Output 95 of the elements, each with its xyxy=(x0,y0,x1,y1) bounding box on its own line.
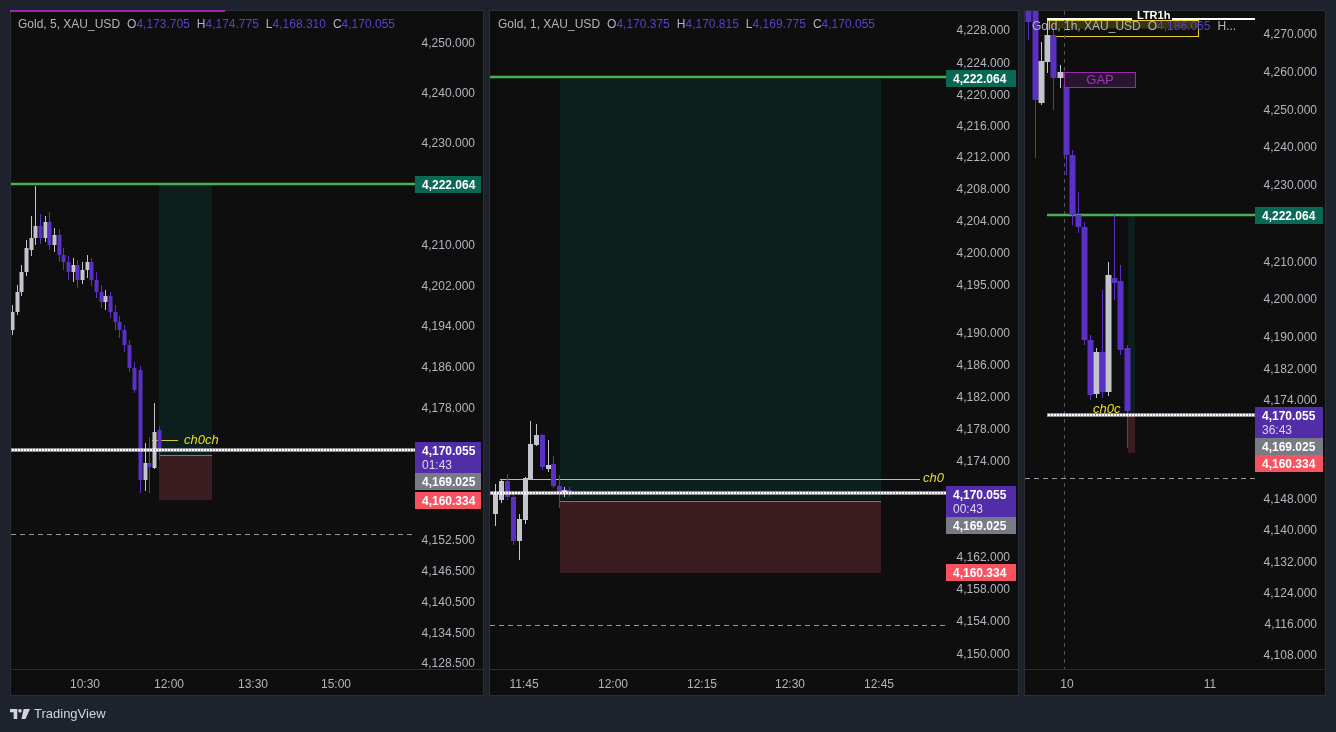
price-tag: 4,169.025 xyxy=(415,473,481,490)
ohlc-field: L4,168.310 xyxy=(265,18,326,30)
price-axis-label: 4,230.000 xyxy=(421,136,475,150)
price-tag: 4,169.025 xyxy=(946,517,1016,534)
price-tag: 4,160.334 xyxy=(415,492,481,509)
symbol-title: Gold, 5, XAU_USD xyxy=(18,18,121,30)
price-axis-label: 4,178.000 xyxy=(421,401,475,415)
price-axis-label: 4,174.000 xyxy=(1263,393,1317,407)
price-axis-label: 4,182.000 xyxy=(956,390,1010,404)
price-axis-label: 4,200.000 xyxy=(956,246,1010,260)
price-axis-label: 4,190.000 xyxy=(1263,330,1317,344)
time-axis-label: 12:00 xyxy=(598,677,628,691)
price-axis-label: 4,190.000 xyxy=(956,326,1010,340)
time-axis-label: 12:45 xyxy=(864,677,894,691)
price-tag: 4,169.025 xyxy=(1255,438,1323,455)
price-axis-label: 4,162.000 xyxy=(956,550,1010,564)
price-tag: 4,160.334 xyxy=(1255,455,1323,472)
symbol-title: Gold, 1, XAU_USD xyxy=(498,18,601,30)
price-axis-label: 4,228.000 xyxy=(956,23,1010,37)
price-axis-label: 4,210.000 xyxy=(1263,255,1317,269)
loss-zone xyxy=(159,455,212,500)
countdown-timer: 01:43 xyxy=(422,457,454,472)
price-axis-label: 4,194.000 xyxy=(421,319,475,333)
time-axis-label: 11 xyxy=(1203,677,1217,691)
price-axis-label: 4,174.000 xyxy=(956,454,1010,468)
price-axis-label: 4,182.000 xyxy=(1263,362,1317,376)
ohlc-field: C4,170.055 xyxy=(812,18,875,30)
gap-zone: GAP xyxy=(1064,72,1136,88)
ohlc-field: C4,170.055 xyxy=(332,18,395,30)
price-value: 4,170.055 xyxy=(953,487,1008,502)
price-axis-label: 4,212.000 xyxy=(956,150,1010,164)
price-tag: 4,160.334 xyxy=(946,564,1016,581)
price-axis-label: 4,270.000 xyxy=(1263,27,1317,41)
ohlc-field: H4,174.775 xyxy=(196,18,259,30)
choch-label: ch0 xyxy=(923,472,944,484)
price-tag: 4,222.064 xyxy=(415,176,481,193)
choch-label: ch0ch xyxy=(184,434,219,446)
price-axis-label: 4,216.000 xyxy=(956,119,1010,133)
price-axis-label: 4,220.000 xyxy=(956,88,1010,102)
choch-label: ch0c xyxy=(1093,403,1121,415)
time-axis-label: 15:00 xyxy=(321,677,351,691)
price-axis-label: 4,132.000 xyxy=(1263,555,1317,569)
price-axis-label: 4,240.000 xyxy=(421,86,475,100)
level-label: LTR1h xyxy=(1137,11,1171,20)
price-axis-label: 4,148.000 xyxy=(1263,492,1317,506)
price-axis-label: 4,116.000 xyxy=(1264,617,1317,631)
price-value: 4,170.055 xyxy=(422,443,477,458)
countdown-timer: 36:43 xyxy=(1262,422,1294,437)
price-tag: 4,222.064 xyxy=(946,70,1016,87)
ohlc-field: H4,170.815 xyxy=(676,18,739,30)
price-axis-label: 4,152.500 xyxy=(421,533,475,547)
price-axis-label: 4,154.000 xyxy=(956,614,1010,628)
time-axis-label: 10:30 xyxy=(70,677,100,691)
price-axis-label: 4,140.000 xyxy=(1263,523,1317,537)
brand-name: TradingView xyxy=(34,707,106,721)
entry-line xyxy=(159,455,213,456)
price-axis-label: 4,250.000 xyxy=(1263,103,1317,117)
price-axis-label: 4,250.000 xyxy=(421,36,475,50)
price-axis-label: 4,195.000 xyxy=(956,278,1010,292)
loss-zone xyxy=(1128,415,1135,453)
price-axis-label: 4,204.000 xyxy=(956,214,1010,228)
price-axis-label: 4,146.500 xyxy=(421,564,475,578)
choch-line xyxy=(151,440,179,441)
price-axis-label: 4,140.500 xyxy=(421,595,475,609)
price-axis-label: 4,134.500 xyxy=(421,626,475,640)
price-axis-label: 4,224.000 xyxy=(956,56,1010,70)
ohlc-field: L4,169.775 xyxy=(745,18,806,30)
logo-icon xyxy=(10,709,30,719)
price-axis-label: 4,240.000 xyxy=(1263,140,1317,154)
countdown-timer: 00:43 xyxy=(953,501,985,516)
price-axis-label: 4,208.000 xyxy=(956,182,1010,196)
time-axis-label: 12:15 xyxy=(687,677,717,691)
price-axis-label: 4,202.000 xyxy=(421,279,475,293)
price-axis-label: 4,158.000 xyxy=(956,582,1010,596)
price-axis-label: 4,128.500 xyxy=(421,656,475,669)
price-axis-label: 4,124.000 xyxy=(1263,586,1317,600)
price-value: 4,170.055 xyxy=(1262,408,1317,423)
price-axis-label: 4,210.000 xyxy=(421,238,475,252)
price-tag: 4,222.064 xyxy=(1255,207,1323,224)
time-axis-label: 10 xyxy=(1060,677,1074,691)
price-axis-label: 4,108.000 xyxy=(1263,648,1317,662)
price-axis-label: 4,178.000 xyxy=(956,422,1010,436)
price-axis-label: 4,150.000 xyxy=(956,647,1010,661)
price-axis-label: 4,186.000 xyxy=(421,360,475,374)
time-axis-label: 12:00 xyxy=(154,677,184,691)
ohlc-field: O4,170.375 xyxy=(607,18,670,30)
price-axis-label: 4,186.000 xyxy=(956,358,1010,372)
price-axis-label: 4,260.000 xyxy=(1263,65,1317,79)
legend-overflow-text: H... xyxy=(1217,20,1237,32)
ohlc-field: O4,173.705 xyxy=(127,18,190,30)
price-axis-label: 4,230.000 xyxy=(1263,178,1317,192)
time-axis-label: 13:30 xyxy=(238,677,268,691)
time-axis-label: 12:30 xyxy=(775,677,805,691)
price-axis-label: 4,200.000 xyxy=(1263,292,1317,306)
time-axis-label: 11:45 xyxy=(509,677,539,691)
